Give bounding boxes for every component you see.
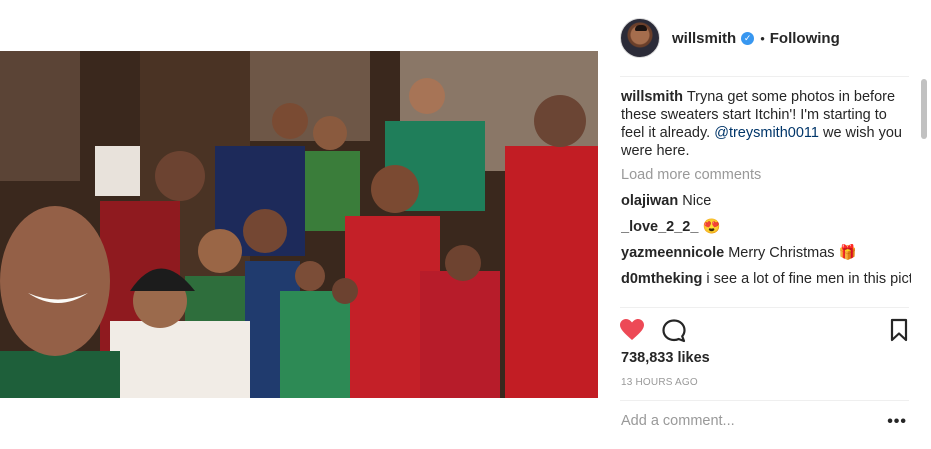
comment-bubble-icon[interactable] [661,318,687,349]
divider [620,307,909,308]
following-button[interactable]: Following [770,30,840,47]
mention-link[interactable]: @treysmith0011 [714,125,819,141]
comment-item: olajiwan Nice [621,192,911,210]
load-more-comments-button[interactable]: Load more comments [621,166,911,184]
comment-text: Merry Christmas 🎁 [728,245,857,261]
more-options-button[interactable]: ••• [887,413,907,431]
comment-text: i see a lot of fine men in this picture [706,271,911,287]
post-header: willsmith ✓ • Following [620,17,840,59]
comment-item: _love_2_2_ 😍 [621,218,911,236]
comment-username[interactable]: _love_2_2_ [621,219,698,235]
divider [620,400,909,401]
username-link[interactable]: willsmith [672,30,736,47]
scrollbar-thumb[interactable] [921,79,927,139]
likes-count[interactable]: 738,833 likes [621,350,710,366]
divider [620,76,909,77]
separator-dot: • [760,30,765,46]
heart-icon[interactable] [619,318,645,347]
avatar[interactable] [620,18,660,58]
caption: willsmith Tryna get some photos in befor… [621,88,911,160]
post-details-panel: willsmith ✓ • Following willsmith Tryna … [598,0,931,449]
post-photo[interactable] [0,51,598,398]
comment-username[interactable]: yazmeennicole [621,245,724,261]
comments-scrollbar[interactable] [920,79,928,307]
caption-username[interactable]: willsmith [621,89,683,105]
comment-text: Nice [682,193,712,209]
post-timestamp[interactable]: 13 HOURS AGO [621,377,698,388]
comment-username[interactable]: d0mtheking [621,271,702,287]
comment-item: yazmeennicole Merry Christmas 🎁 [621,244,911,262]
action-bar [619,318,909,344]
comment-item: d0mtheking i see a lot of fine men in th… [621,270,911,288]
bookmark-icon[interactable] [889,318,909,347]
comment-username[interactable]: olajiwan [621,193,678,209]
comment-text: 😍 [702,219,721,235]
add-comment-input[interactable]: Add a comment... [621,413,735,429]
comments-list[interactable]: willsmith Tryna get some photos in befor… [621,88,911,306]
verified-badge-icon: ✓ [741,31,755,45]
